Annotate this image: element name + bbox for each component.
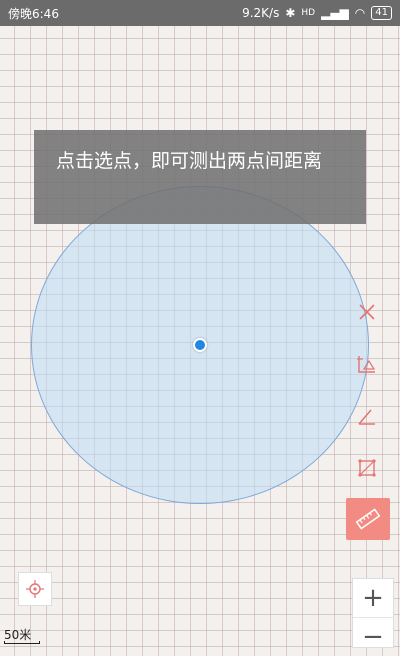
status-bar: 傍晚6:46 9.2K/s ✱ HD ▂▄▆ ◠ 41 [0,0,400,26]
ruler-icon [355,508,381,530]
status-time: 傍晚6:46 [8,6,59,21]
zoom-in-button[interactable]: + [353,579,393,618]
area-measure-icon [357,356,376,373]
distance-tool-button[interactable] [346,498,390,540]
zoom-controls: + − [352,578,394,652]
current-location-dot[interactable] [193,338,207,352]
clear-tool-button[interactable] [352,297,382,327]
wifi-icon: ◠ [354,6,366,20]
battery-icon: 41 [371,6,392,20]
scale-bar [4,641,40,644]
polygon-icon [358,459,376,477]
area-tool-button[interactable] [352,349,382,379]
signal-label: HD [301,8,316,18]
zoom-out-button[interactable]: − [353,618,393,656]
network-speed: 9.2K/s [242,6,280,20]
cell-signal-icon: ▂▄▆ [321,6,349,20]
close-icon [359,304,375,320]
status-icons: 9.2K/s ✱ HD ▂▄▆ ◠ 41 [242,6,392,20]
bluetooth-icon: ✱ [285,6,296,20]
polygon-tool-button[interactable] [352,453,382,483]
locate-me-button[interactable] [18,572,52,606]
angle-icon [358,409,375,425]
instruction-tip: 点击选点，即可测出两点间距离 [34,130,366,224]
crosshair-icon [26,580,44,598]
angle-tool-button[interactable] [352,401,382,431]
